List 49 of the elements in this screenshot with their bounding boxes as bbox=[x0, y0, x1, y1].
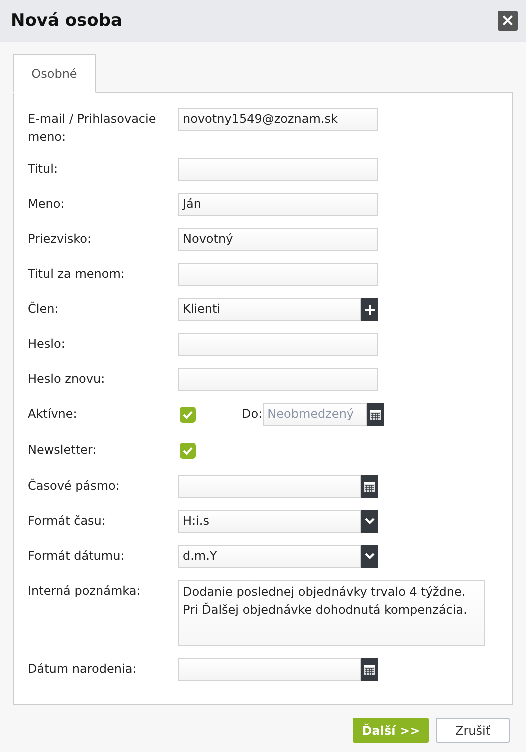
field-label: Newsletter: bbox=[28, 442, 98, 459]
close-button[interactable]: × bbox=[498, 11, 518, 31]
field-label: Interná poznámka: bbox=[28, 583, 142, 600]
plus-icon bbox=[364, 304, 374, 314]
input-field[interactable] bbox=[178, 333, 378, 356]
calendar-button[interactable] bbox=[361, 658, 378, 681]
window-title: Nová osoba bbox=[11, 11, 122, 31]
calendar-icon bbox=[364, 481, 375, 492]
input-field[interactable]: Klienti bbox=[178, 298, 361, 321]
chevron-down-icon bbox=[364, 553, 374, 560]
field-label: Aktívne: bbox=[28, 406, 78, 423]
calendar-button[interactable] bbox=[361, 475, 378, 498]
input-field[interactable]: Novotný bbox=[178, 228, 378, 251]
input-field[interactable] bbox=[178, 475, 361, 498]
field-label: Časové pásmo: bbox=[28, 478, 121, 495]
select-field[interactable]: d.m.Y bbox=[178, 545, 361, 568]
field-label: Heslo znovu: bbox=[28, 371, 106, 388]
select-field[interactable]: H:i.s bbox=[178, 510, 361, 533]
field-label: Priezvisko: bbox=[28, 231, 93, 248]
chevron-down-icon bbox=[364, 518, 374, 525]
input-field[interactable] bbox=[178, 158, 378, 181]
field-label: Meno: bbox=[28, 196, 66, 213]
dropdown-button[interactable] bbox=[361, 510, 378, 533]
check-icon bbox=[183, 447, 193, 455]
field-label: Titul za menom: bbox=[28, 266, 126, 283]
input-field[interactable] bbox=[178, 658, 361, 681]
field-label: Formát dátumu: bbox=[28, 548, 126, 565]
input-field[interactable] bbox=[178, 368, 378, 391]
input-field[interactable]: novotny1549@zoznam.sk bbox=[178, 108, 378, 131]
calendar-button[interactable] bbox=[366, 403, 384, 426]
field-label: Formát času: bbox=[28, 513, 107, 530]
field-label: Člen: bbox=[28, 300, 60, 318]
note-textarea[interactable]: Dodanie poslednej objednávky trvalo 4 týždne. Pri Ďalšej objednávke dohodnutá kompenzácia. bbox=[178, 580, 485, 646]
check-icon bbox=[183, 411, 193, 419]
checkbox[interactable] bbox=[180, 407, 196, 423]
checkbox[interactable] bbox=[180, 443, 196, 459]
until-label: Do: bbox=[242, 406, 263, 423]
field-label: E-mail / Prihlasovacie meno: bbox=[28, 111, 158, 146]
input-field[interactable]: Ján bbox=[178, 193, 378, 216]
tab[interactable]: Osobné bbox=[13, 54, 96, 93]
cancel-button[interactable]: Zrušiť bbox=[436, 718, 510, 743]
field-label: Dátum narodenia: bbox=[28, 661, 138, 678]
dropdown-button[interactable] bbox=[361, 545, 378, 568]
field-label: Titul: bbox=[28, 161, 59, 178]
calendar-icon bbox=[370, 409, 381, 420]
field-label: Heslo: bbox=[28, 336, 66, 353]
add-button[interactable] bbox=[361, 298, 378, 321]
input-field[interactable] bbox=[178, 263, 378, 286]
calendar-icon bbox=[364, 664, 375, 675]
